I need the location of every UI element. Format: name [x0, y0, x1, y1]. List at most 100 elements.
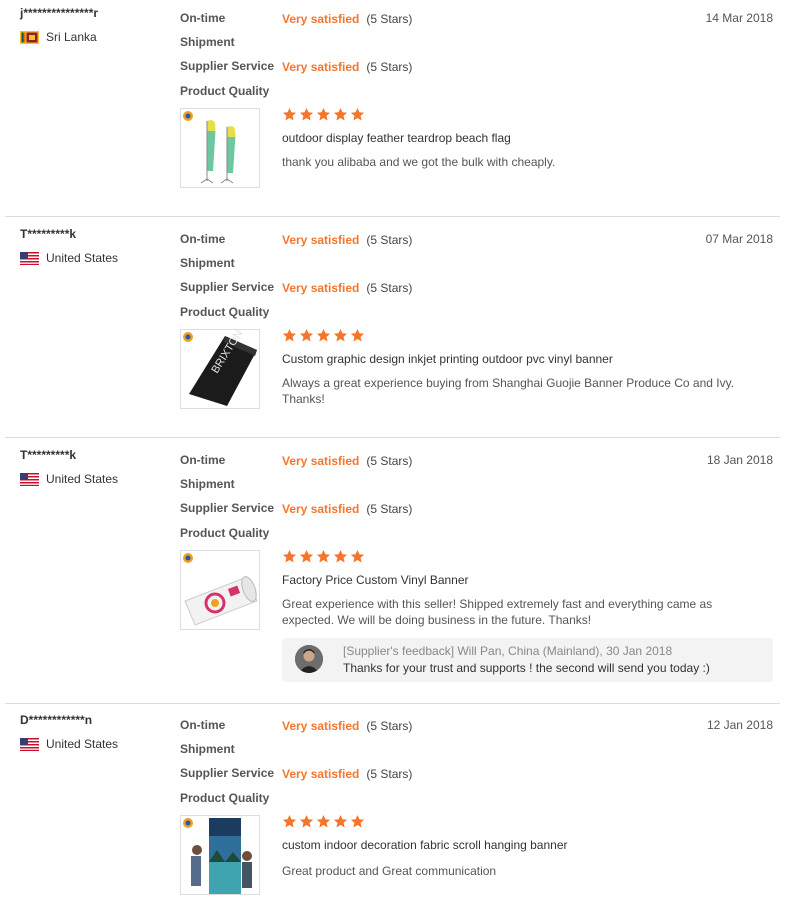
- star-icon: [333, 549, 348, 563]
- on-time-label: On-time: [180, 718, 226, 732]
- review-date: 18 Jan 2018: [706, 453, 773, 467]
- star-icon: [350, 549, 365, 563]
- product-name[interactable]: outdoor display feather teardrop beach f…: [282, 131, 511, 145]
- us-flag-icon: [20, 737, 39, 751]
- star-icon: [350, 328, 365, 342]
- product-thumbnail[interactable]: [180, 815, 260, 895]
- star-icon: [316, 107, 331, 121]
- shipment-rating: Very satisfied (5 Stars): [282, 719, 412, 733]
- review-item: j***************r Sri Lanka On-time Ship…: [5, 0, 780, 217]
- review-date: 07 Mar 2018: [705, 232, 773, 246]
- review-comment: thank you alibaba and we got the bulk wi…: [282, 155, 556, 169]
- star-icon: [282, 328, 297, 342]
- shipment-label: Shipment: [180, 742, 235, 756]
- feedback-text: Thanks for your trust and supports ! the…: [343, 661, 710, 675]
- product-quality-label: Product Quality: [180, 526, 270, 540]
- product-name[interactable]: custom indoor decoration fabric scroll h…: [282, 838, 568, 852]
- rating-stars-text: (5 Stars): [366, 719, 413, 733]
- product-quality-stars: [282, 549, 365, 564]
- rating-text: Very satisfied: [282, 502, 360, 516]
- service-rating: Very satisfied (5 Stars): [282, 767, 412, 781]
- shipment-rating: Very satisfied (5 Stars): [282, 454, 412, 468]
- review-item: D************n United States On-time Shi…: [5, 704, 780, 910]
- star-icon: [299, 549, 314, 563]
- rating-stars-text: (5 Stars): [366, 233, 413, 247]
- supplier-service-label: Supplier Service: [180, 280, 275, 294]
- star-icon: [282, 549, 297, 563]
- rating-stars-text: (5 Stars): [366, 281, 413, 295]
- buyer-country: United States: [20, 472, 118, 486]
- star-icon: [316, 328, 331, 342]
- on-time-label: On-time: [180, 11, 226, 25]
- avatar: [295, 645, 323, 673]
- product-quality-label: Product Quality: [180, 84, 270, 98]
- shipment-rating: Very satisfied (5 Stars): [282, 233, 412, 247]
- sri-lanka-flag-icon: [20, 30, 39, 44]
- rating-text: Very satisfied: [282, 454, 360, 468]
- buyer-country: Sri Lanka: [20, 30, 97, 44]
- star-icon: [299, 107, 314, 121]
- service-rating: Very satisfied (5 Stars): [282, 281, 412, 295]
- star-icon: [299, 814, 314, 828]
- rating-text: Very satisfied: [282, 12, 360, 26]
- rating-text: Very satisfied: [282, 233, 360, 247]
- review-comment: Always a great experience buying from Sh…: [282, 376, 735, 406]
- buyer-name: T*********k: [20, 227, 77, 241]
- review-item: T*********k United States On-time Shipme…: [5, 217, 780, 438]
- rating-text: Very satisfied: [282, 281, 360, 295]
- rating-stars-text: (5 Stars): [366, 60, 413, 74]
- shipment-label: Shipment: [180, 477, 235, 491]
- product-quality-stars: [282, 328, 365, 343]
- star-icon: [350, 814, 365, 828]
- buyer-country: United States: [20, 251, 118, 265]
- rating-stars-text: (5 Stars): [366, 454, 413, 468]
- supplier-service-label: Supplier Service: [180, 766, 275, 780]
- rating-text: Very satisfied: [282, 60, 360, 74]
- review-item: T*********k United States On-time Shipme…: [5, 438, 780, 704]
- product-name[interactable]: Factory Price Custom Vinyl Banner: [282, 573, 469, 587]
- shipment-rating: Very satisfied (5 Stars): [282, 12, 412, 26]
- shipment-label: Shipment: [180, 256, 235, 270]
- star-icon: [350, 107, 365, 121]
- on-time-label: On-time: [180, 232, 226, 246]
- feedback-header: [Supplier's feedback] Will Pan, China (M…: [343, 644, 673, 658]
- star-icon: [316, 814, 331, 828]
- product-quality-stars: [282, 107, 365, 122]
- us-flag-icon: [20, 251, 39, 265]
- star-icon: [282, 814, 297, 828]
- shipment-label: Shipment: [180, 35, 235, 49]
- product-quality-label: Product Quality: [180, 305, 270, 319]
- country-name: United States: [46, 472, 119, 486]
- rating-stars-text: (5 Stars): [366, 502, 413, 516]
- supplier-service-label: Supplier Service: [180, 501, 275, 515]
- review-date: 14 Mar 2018: [705, 11, 773, 25]
- buyer-country: United States: [20, 737, 118, 751]
- product-thumbnail[interactable]: [180, 550, 260, 630]
- service-rating: Very satisfied (5 Stars): [282, 60, 412, 74]
- product-thumbnail[interactable]: BRIXTON: [180, 329, 260, 409]
- service-rating: Very satisfied (5 Stars): [282, 502, 412, 516]
- review-comment: Great experience with this seller! Shipp…: [282, 597, 713, 627]
- country-name: United States: [46, 737, 119, 751]
- country-name: Sri Lanka: [46, 30, 97, 44]
- buyer-name: D************n: [20, 713, 93, 727]
- supplier-feedback: [Supplier's feedback] Will Pan, China (M…: [282, 638, 773, 682]
- rating-stars-text: (5 Stars): [366, 12, 413, 26]
- review-comment: Great product and Great communication: [282, 864, 497, 878]
- on-time-label: On-time: [180, 453, 226, 467]
- rating-stars-text: (5 Stars): [366, 767, 413, 781]
- buyer-name: j***************r: [20, 6, 99, 20]
- buyer-name: T*********k: [20, 448, 77, 462]
- product-name[interactable]: Custom graphic design inkjet printing ou…: [282, 352, 613, 366]
- us-flag-icon: [20, 472, 39, 486]
- product-thumbnail[interactable]: [180, 108, 260, 188]
- star-icon: [316, 549, 331, 563]
- product-quality-label: Product Quality: [180, 791, 270, 805]
- star-icon: [333, 107, 348, 121]
- star-icon: [333, 814, 348, 828]
- star-icon: [299, 328, 314, 342]
- star-icon: [333, 328, 348, 342]
- review-date: 12 Jan 2018: [706, 718, 773, 732]
- product-quality-stars: [282, 814, 365, 829]
- rating-text: Very satisfied: [282, 767, 360, 781]
